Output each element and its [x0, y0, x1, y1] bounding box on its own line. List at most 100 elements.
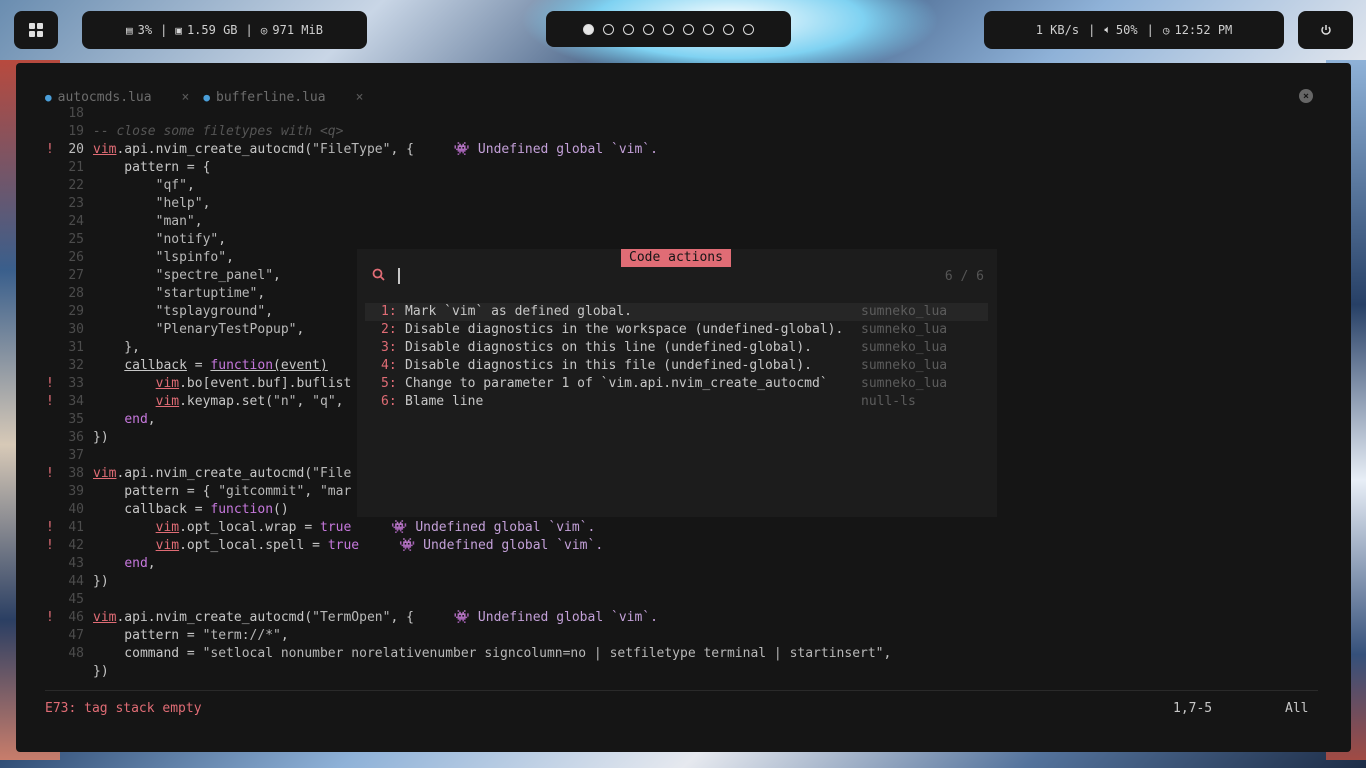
cpu-icon: ▤: [126, 23, 133, 37]
line-code: callback = function(): [93, 502, 289, 517]
code-line[interactable]: 24 "man",: [0, 213, 1366, 231]
line-number: 30: [68, 322, 84, 337]
line-number: 23: [68, 196, 84, 211]
cpu-value: 3%: [137, 23, 153, 37]
line-number: 37: [68, 448, 84, 463]
line-number: 40: [68, 502, 84, 517]
line-number: 36: [68, 430, 84, 445]
line-number: 33: [68, 376, 84, 391]
code-line[interactable]: ! 20 vim.api.nvim_create_autocmd("FileType…: [0, 141, 1366, 159]
volume-control[interactable]: 🔈︎ 50%: [1104, 23, 1137, 37]
line-code: callback = function(event): [124, 358, 328, 373]
line-number: 35: [68, 412, 84, 427]
workspace-dot[interactable]: [743, 23, 754, 35]
line-number: 24: [68, 214, 84, 229]
item-source: sumneko_lua: [861, 376, 948, 391]
code-line[interactable]: 45: [0, 591, 1366, 609]
code-line[interactable]: 44}): [0, 573, 1366, 591]
line-code: "lspinfo",: [155, 250, 234, 265]
code-line[interactable]: 48 command = "setlocal nonumber norelati…: [0, 645, 1366, 663]
code-line[interactable]: ! 42 vim.opt_local.spell = true 👾 Undefine…: [0, 537, 1366, 555]
line-number: 38: [68, 466, 84, 481]
line-number: 18: [68, 106, 84, 121]
popup-search[interactable]: 6 / 6: [372, 266, 992, 286]
code-action-item[interactable]: 2: Disable diagnostics in the workspace (…: [365, 321, 988, 339]
workspace-dot[interactable]: [663, 23, 674, 35]
line-code: "man",: [155, 214, 203, 229]
line-code: "startuptime",: [155, 286, 266, 301]
code-line[interactable]: 25 "notify",: [0, 231, 1366, 249]
code-line[interactable]: 43 end,: [0, 555, 1366, 573]
workspace-dot[interactable]: [683, 23, 694, 35]
clock[interactable]: ◷ 12:52 PM: [1163, 23, 1232, 37]
line-number: 39: [68, 484, 84, 499]
diagnostic-sign: !: [46, 394, 54, 409]
code-line[interactable]: 19 -- close some filetypes with <q>: [0, 123, 1366, 141]
command-message: E73: tag stack empty: [45, 701, 202, 716]
search-input[interactable]: [398, 268, 400, 284]
popup-title: Code actions: [621, 249, 731, 267]
line-number: 43: [68, 556, 84, 571]
code-action-item[interactable]: 6: Blame line null-ls: [365, 393, 988, 411]
launcher-button[interactable]: [14, 11, 58, 49]
code-line[interactable]: 18: [0, 105, 1366, 123]
line-code: }): [93, 574, 109, 589]
line-code: }): [93, 430, 109, 445]
code-action-item[interactable]: 1: Mark `vim` as defined global. sumneko_l…: [365, 303, 988, 321]
line-code: pattern = "term://*",: [93, 628, 289, 643]
code-action-item[interactable]: 5: Change to parameter 1 of `vim.api.nvim…: [365, 375, 988, 393]
item-title: Mark `vim` as defined global.: [405, 304, 632, 319]
clock-value: 12:52 PM: [1174, 23, 1233, 37]
workspace-dot[interactable]: [603, 23, 614, 35]
line-number: 29: [68, 304, 84, 319]
system-stats: ▤ 3% | ▣ 1.59 GB | ◎ 971 MiB: [82, 11, 367, 49]
cpu-stat: ▤ 3%: [126, 23, 152, 37]
workspace-dot[interactable]: [703, 23, 714, 35]
code-line[interactable]: ! 46 vim.api.nvim_create_autocmd("TermOpen…: [0, 609, 1366, 627]
disk-stat: ◎ 971 MiB: [261, 23, 323, 37]
item-title: Change to parameter 1 of `vim.api.nvim_c…: [405, 376, 828, 391]
result-count: 6 / 6: [944, 268, 984, 284]
line-number: 47: [68, 628, 84, 643]
code-line[interactable]: ! 41 vim.opt_local.wrap = true 👾 Undefined…: [0, 519, 1366, 537]
disk-value: 971 MiB: [272, 23, 323, 37]
item-source: sumneko_lua: [861, 340, 948, 355]
workspace-dot[interactable]: [643, 23, 654, 35]
separator: |: [1088, 23, 1096, 37]
close-tab-icon[interactable]: ×: [182, 90, 190, 105]
line-code: vim.api.nvim_create_autocmd("File: [93, 466, 352, 481]
buffer-tab[interactable]: ● bufferline.lua ×: [203, 90, 363, 105]
buffer-tab[interactable]: ● autocmds.lua ×: [45, 90, 189, 105]
line-code: },: [93, 340, 140, 355]
code-line[interactable]: 21 pattern = {: [0, 159, 1366, 177]
diagnostic-sign: !: [46, 610, 54, 625]
ram-value: 1.59 GB: [186, 23, 238, 37]
line-number: 45: [68, 592, 84, 607]
system-tray: 1 KB/s | 🔈︎ 50% | ◷ 12:52 PM: [984, 11, 1284, 49]
separator: |: [245, 23, 253, 37]
workspace-dot[interactable]: [623, 23, 634, 35]
code-action-item[interactable]: 4: Disable diagnostics in this file (unde…: [365, 357, 988, 375]
line-number: 44: [68, 574, 84, 589]
power-button[interactable]: [1298, 11, 1353, 49]
workspace-dot[interactable]: [583, 23, 594, 35]
line-code: vim.opt_local.spell = true 👾 Undefined gl…: [155, 538, 604, 553]
close-all-buffers-button[interactable]: ×: [1299, 89, 1313, 103]
close-tab-icon[interactable]: ×: [356, 90, 364, 105]
workspace-dot[interactable]: [723, 23, 734, 35]
line-number: 25: [68, 232, 84, 247]
code-line[interactable]: 23 "help",: [0, 195, 1366, 213]
speaker-icon: 🔈︎: [1104, 23, 1111, 36]
line-code: command = "setlocal nonumber norelativen…: [93, 646, 892, 661]
line-number: 21: [68, 160, 84, 175]
code-line[interactable]: 22 "qf",: [0, 177, 1366, 195]
line-number: 27: [68, 268, 84, 283]
line-number: 48: [68, 646, 84, 661]
memory-icon: ▣: [175, 23, 182, 37]
item-index: 2:: [381, 322, 397, 337]
code-line[interactable]: }): [0, 663, 1366, 681]
code-action-item[interactable]: 3: Disable diagnostics on this line (unde…: [365, 339, 988, 357]
code-line[interactable]: 47 pattern = "term://*",: [0, 627, 1366, 645]
item-title: Disable diagnostics in this file (undefi…: [405, 358, 812, 373]
lua-file-icon: ●: [203, 90, 210, 104]
